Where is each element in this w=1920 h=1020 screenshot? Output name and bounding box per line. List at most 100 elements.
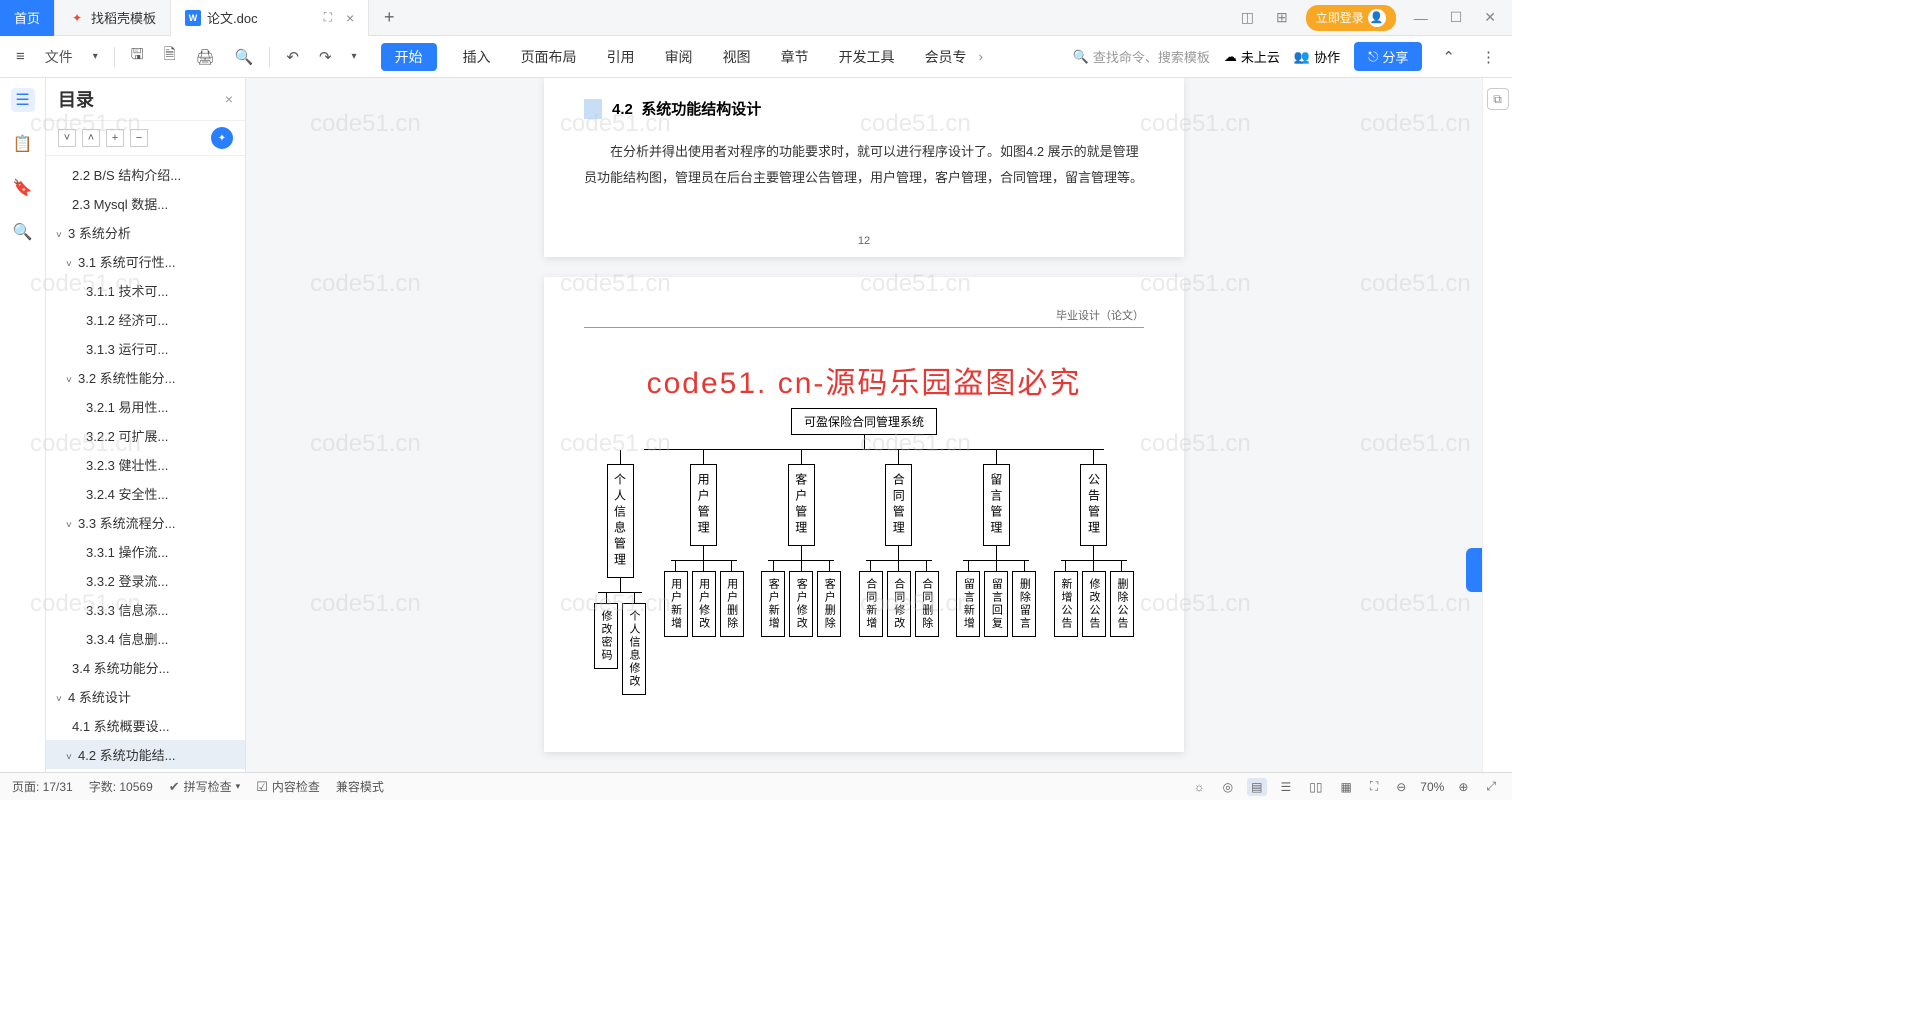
login-button[interactable]: 立即登录 👤	[1306, 5, 1396, 31]
coop-button[interactable]: 👥 协作	[1294, 47, 1340, 66]
layout-icon[interactable]: ◫	[1237, 9, 1258, 26]
rail-settings-icon[interactable]: ⧉	[1487, 88, 1509, 110]
expand-all-icon[interactable]: ˄	[82, 129, 100, 147]
ribbon-next-icon[interactable]: ›	[979, 49, 983, 64]
branch-1: 用户管理用户新增用户修改用户删除	[664, 450, 744, 695]
zoom-out-icon[interactable]: ⊖	[1392, 778, 1410, 796]
zoom-in-icon[interactable]: ⊕	[1454, 778, 1472, 796]
main-area: ☰ 📋 🔖 🔍 目录 × ˅ ˄ + − ✦ 2.2 B/S 结构介绍...2.…	[0, 78, 1512, 772]
outline-item-4[interactable]: 3.1.1 技术可...	[46, 276, 245, 305]
brightness-icon[interactable]: ☼	[1190, 778, 1209, 796]
more-icon[interactable]: ⋮	[1475, 44, 1502, 70]
outline-icon[interactable]: ☰	[11, 88, 35, 112]
float-handle[interactable]	[1466, 548, 1482, 592]
apps-icon[interactable]: ⊞	[1272, 9, 1292, 26]
ribbon-tab-3[interactable]: 引用	[603, 43, 639, 71]
content-icon: ☑	[256, 779, 268, 795]
outline-item-15[interactable]: 3.3.3 信息添...	[46, 595, 245, 624]
web-view-icon[interactable]: ▦	[1336, 778, 1355, 796]
outline-item-5[interactable]: 3.1.2 经济可...	[46, 305, 245, 334]
outline-item-2[interactable]: ˅3 系统分析	[46, 218, 245, 247]
outline-item-21[interactable]: 4.3.2 数据库...	[46, 769, 245, 772]
outline-item-0[interactable]: 2.2 B/S 结构介绍...	[46, 160, 245, 189]
spellcheck-button[interactable]: ✔拼写检查 ▾	[169, 778, 240, 795]
outline-item-3[interactable]: ˅3.1 系统可行性...	[46, 247, 245, 276]
fullscreen-icon[interactable]: ⤢	[1482, 777, 1500, 796]
outline-item-12[interactable]: ˅3.3 系统流程分...	[46, 508, 245, 537]
print-icon[interactable]: 🖨	[190, 44, 221, 70]
ribbon-tab-5[interactable]: 视图	[719, 43, 755, 71]
word-count[interactable]: 字数: 10569	[89, 778, 153, 795]
new-tab-button[interactable]: +	[369, 7, 409, 28]
body-paragraph: 在分析并得出使用者对程序的功能要求时，就可以进行程序设计了。如图4.2 展示的就…	[584, 139, 1144, 191]
ribbon-tab-0[interactable]: 开始	[381, 43, 437, 71]
outline-item-18[interactable]: ˅4 系统设计	[46, 682, 245, 711]
file-dropdown-icon[interactable]: ▾	[87, 47, 104, 66]
read-view-icon[interactable]: ▯▯	[1305, 778, 1326, 796]
undo-dropdown-icon[interactable]: ▾	[346, 47, 363, 66]
remove-outline-icon[interactable]: −	[130, 129, 148, 147]
share-button[interactable]: ⎋ 分享	[1354, 42, 1422, 71]
fit-icon[interactable]: ⛶	[1366, 777, 1382, 796]
document-area: 4.2 系统功能结构设计 在分析并得出使用者对程序的功能要求时，就可以进行程序设…	[246, 78, 1482, 772]
outline-item-10[interactable]: 3.2.3 健壮性...	[46, 450, 245, 479]
tab-close-icon[interactable]: ×	[346, 10, 354, 26]
ai-assistant-icon[interactable]: ✦	[211, 127, 233, 149]
tab-document[interactable]: W 论文.doc ⛶ ×	[171, 0, 369, 36]
close-button[interactable]: ✕	[1480, 9, 1500, 26]
ribbon-tabs: 开始插入页面布局引用审阅视图章节开发工具会员专	[381, 43, 971, 71]
branch-2: 客户管理客户新增客户修改客户删除	[761, 450, 841, 695]
outline-close-icon[interactable]: ×	[225, 91, 233, 107]
outline-item-19[interactable]: 4.1 系统概要设...	[46, 711, 245, 740]
save-icon[interactable]: 🖫	[125, 40, 150, 73]
outline-view-icon[interactable]: ☰	[1277, 778, 1296, 796]
maximize-button[interactable]: ☐	[1446, 9, 1467, 26]
tab-template[interactable]: ✦ 找稻壳模板	[55, 0, 171, 36]
ribbon-tab-2[interactable]: 页面布局	[517, 43, 581, 71]
page-indicator[interactable]: 页面: 17/31	[12, 778, 73, 795]
ribbon-tab-8[interactable]: 会员专	[921, 43, 971, 71]
minimize-button[interactable]: —	[1410, 10, 1432, 26]
document-scroll[interactable]: 4.2 系统功能结构设计 在分析并得出使用者对程序的功能要求时，就可以进行程序设…	[246, 78, 1482, 772]
outline-item-1[interactable]: 2.3 Mysql 数据...	[46, 189, 245, 218]
ribbon-tab-6[interactable]: 章节	[777, 43, 813, 71]
search-rail-icon[interactable]: 🔍	[11, 220, 35, 244]
command-search[interactable]: 🔍 查找命令、搜索模板	[1073, 47, 1210, 66]
undo-icon[interactable]: ↶	[280, 44, 305, 70]
outline-panel: 目录 × ˅ ˄ + − ✦ 2.2 B/S 结构介绍...2.3 Mysql …	[46, 78, 246, 772]
outline-item-9[interactable]: 3.2.2 可扩展...	[46, 421, 245, 450]
content-check-button[interactable]: ☑内容检查	[256, 778, 320, 795]
tab-home[interactable]: 首页	[0, 0, 55, 36]
sub-box: 用户修改	[692, 571, 716, 637]
page-13: 毕业设计（论文） code51. cn-源码乐园盗图必究 可盈保险合同管理系统 …	[544, 277, 1184, 753]
outline-item-16[interactable]: 3.3.4 信息删...	[46, 624, 245, 653]
menu-icon[interactable]: ≡	[10, 44, 31, 69]
clipboard-icon[interactable]: 📋	[11, 132, 35, 156]
outline-item-17[interactable]: 3.4 系统功能分...	[46, 653, 245, 682]
compat-mode[interactable]: 兼容模式	[336, 778, 384, 795]
collapse-ribbon-icon[interactable]: ⌃	[1436, 44, 1461, 70]
preview-icon[interactable]: 🔍	[229, 44, 260, 70]
outline-item-6[interactable]: 3.1.3 运行可...	[46, 334, 245, 363]
outline-item-8[interactable]: 3.2.1 易用性...	[46, 392, 245, 421]
collapse-all-icon[interactable]: ˅	[58, 129, 76, 147]
cloud-status[interactable]: ☁ 未上云	[1224, 47, 1280, 66]
ribbon-tab-7[interactable]: 开发工具	[835, 43, 899, 71]
branch-label: 用户管理	[690, 464, 717, 546]
ribbon-tab-4[interactable]: 审阅	[661, 43, 697, 71]
bookmark-icon[interactable]: 🔖	[11, 176, 35, 200]
file-menu[interactable]: 文件	[39, 43, 79, 71]
page-view-icon[interactable]: ▤	[1247, 778, 1266, 796]
redo-icon[interactable]: ↷	[313, 44, 338, 70]
outline-item-14[interactable]: 3.3.2 登录流...	[46, 566, 245, 595]
outline-item-20[interactable]: ˅4.2 系统功能结...	[46, 740, 245, 769]
outline-item-7[interactable]: ˅3.2 系统性能分...	[46, 363, 245, 392]
focus-icon[interactable]: ◎	[1219, 778, 1237, 796]
add-outline-icon[interactable]: +	[106, 129, 124, 147]
tab-screen-icon[interactable]: ⛶	[324, 10, 332, 25]
ribbon-tab-1[interactable]: 插入	[459, 43, 495, 71]
save-as-icon[interactable]: 🗎	[158, 40, 182, 73]
outline-tree[interactable]: 2.2 B/S 结构介绍...2.3 Mysql 数据...˅3 系统分析˅3.…	[46, 156, 245, 772]
outline-item-13[interactable]: 3.3.1 操作流...	[46, 537, 245, 566]
outline-item-11[interactable]: 3.2.4 安全性...	[46, 479, 245, 508]
